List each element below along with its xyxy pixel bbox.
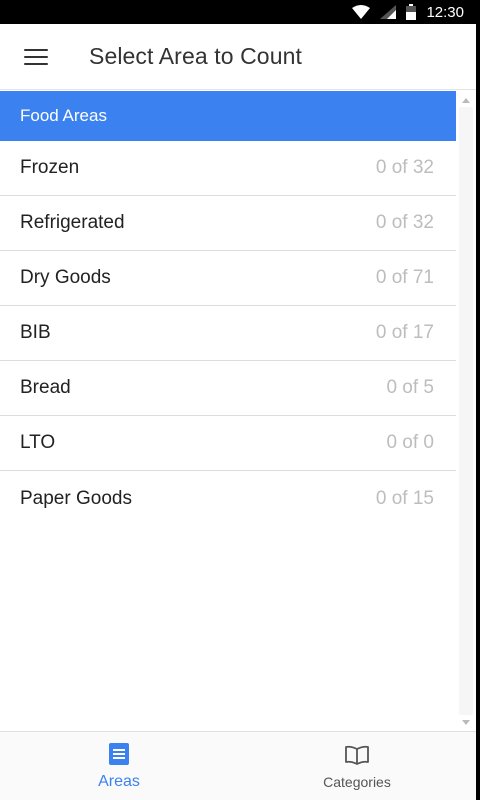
area-count: 0 of 15	[375, 487, 434, 509]
area-name: Dry Goods	[20, 267, 111, 288]
area-list: Food Areas Frozen 0 of 32 Refrigerated 0…	[0, 91, 456, 526]
signal-icon	[380, 5, 397, 19]
tab-areas[interactable]: Areas	[0, 732, 238, 800]
area-row-frozen[interactable]: Frozen 0 of 32	[0, 141, 456, 196]
area-row-dry-goods[interactable]: Dry Goods 0 of 71	[0, 251, 456, 306]
hamburger-menu-icon	[24, 48, 48, 65]
area-row-bread[interactable]: Bread 0 of 5	[0, 361, 456, 416]
area-name: Paper Goods	[20, 487, 132, 509]
status-time: 12:30	[426, 3, 464, 21]
area-name: LTO	[20, 432, 56, 453]
battery-icon	[406, 4, 417, 20]
area-row-lto[interactable]: LTO 0 of 0	[0, 416, 456, 471]
area-count: 0 of 0	[386, 432, 434, 453]
scroll-down-arrow-icon[interactable]	[456, 715, 476, 729]
tab-label: Categories	[323, 774, 391, 790]
area-count: 0 of 5	[386, 377, 434, 398]
menu-button[interactable]	[0, 24, 72, 90]
area-name: BIB	[20, 322, 51, 343]
area-row-paper-goods[interactable]: Paper Goods 0 of 15	[0, 471, 456, 526]
area-count: 0 of 71	[375, 267, 434, 288]
section-header: Food Areas	[0, 91, 456, 141]
section-title: Food Areas	[20, 106, 107, 125]
list-icon	[109, 741, 129, 767]
area-count: 0 of 17	[375, 322, 434, 343]
wifi-icon	[352, 5, 371, 19]
tab-label: Areas	[98, 773, 140, 790]
app-screen: Select Area to Count Food Areas Frozen 0…	[0, 24, 476, 800]
area-count: 0 of 32	[375, 157, 434, 178]
status-bar: 12:30	[0, 0, 480, 24]
area-name: Bread	[20, 377, 71, 398]
area-row-bib[interactable]: BIB 0 of 17	[0, 306, 456, 361]
area-list-container: Food Areas Frozen 0 of 32 Refrigerated 0…	[0, 91, 476, 731]
scrollbar[interactable]	[456, 91, 476, 731]
scroll-up-arrow-icon[interactable]	[456, 93, 476, 107]
book-icon	[344, 742, 370, 768]
area-count: 0 of 32	[375, 212, 434, 233]
scroll-track[interactable]	[459, 107, 473, 715]
bottom-navigation: Areas Categories	[0, 731, 476, 800]
page-title: Select Area to Count	[89, 43, 302, 69]
tab-categories[interactable]: Categories	[238, 732, 476, 800]
app-bar: Select Area to Count	[0, 24, 476, 90]
area-row-refrigerated[interactable]: Refrigerated 0 of 32	[0, 196, 456, 251]
area-name: Frozen	[20, 157, 80, 178]
area-name: Refrigerated	[20, 212, 125, 233]
